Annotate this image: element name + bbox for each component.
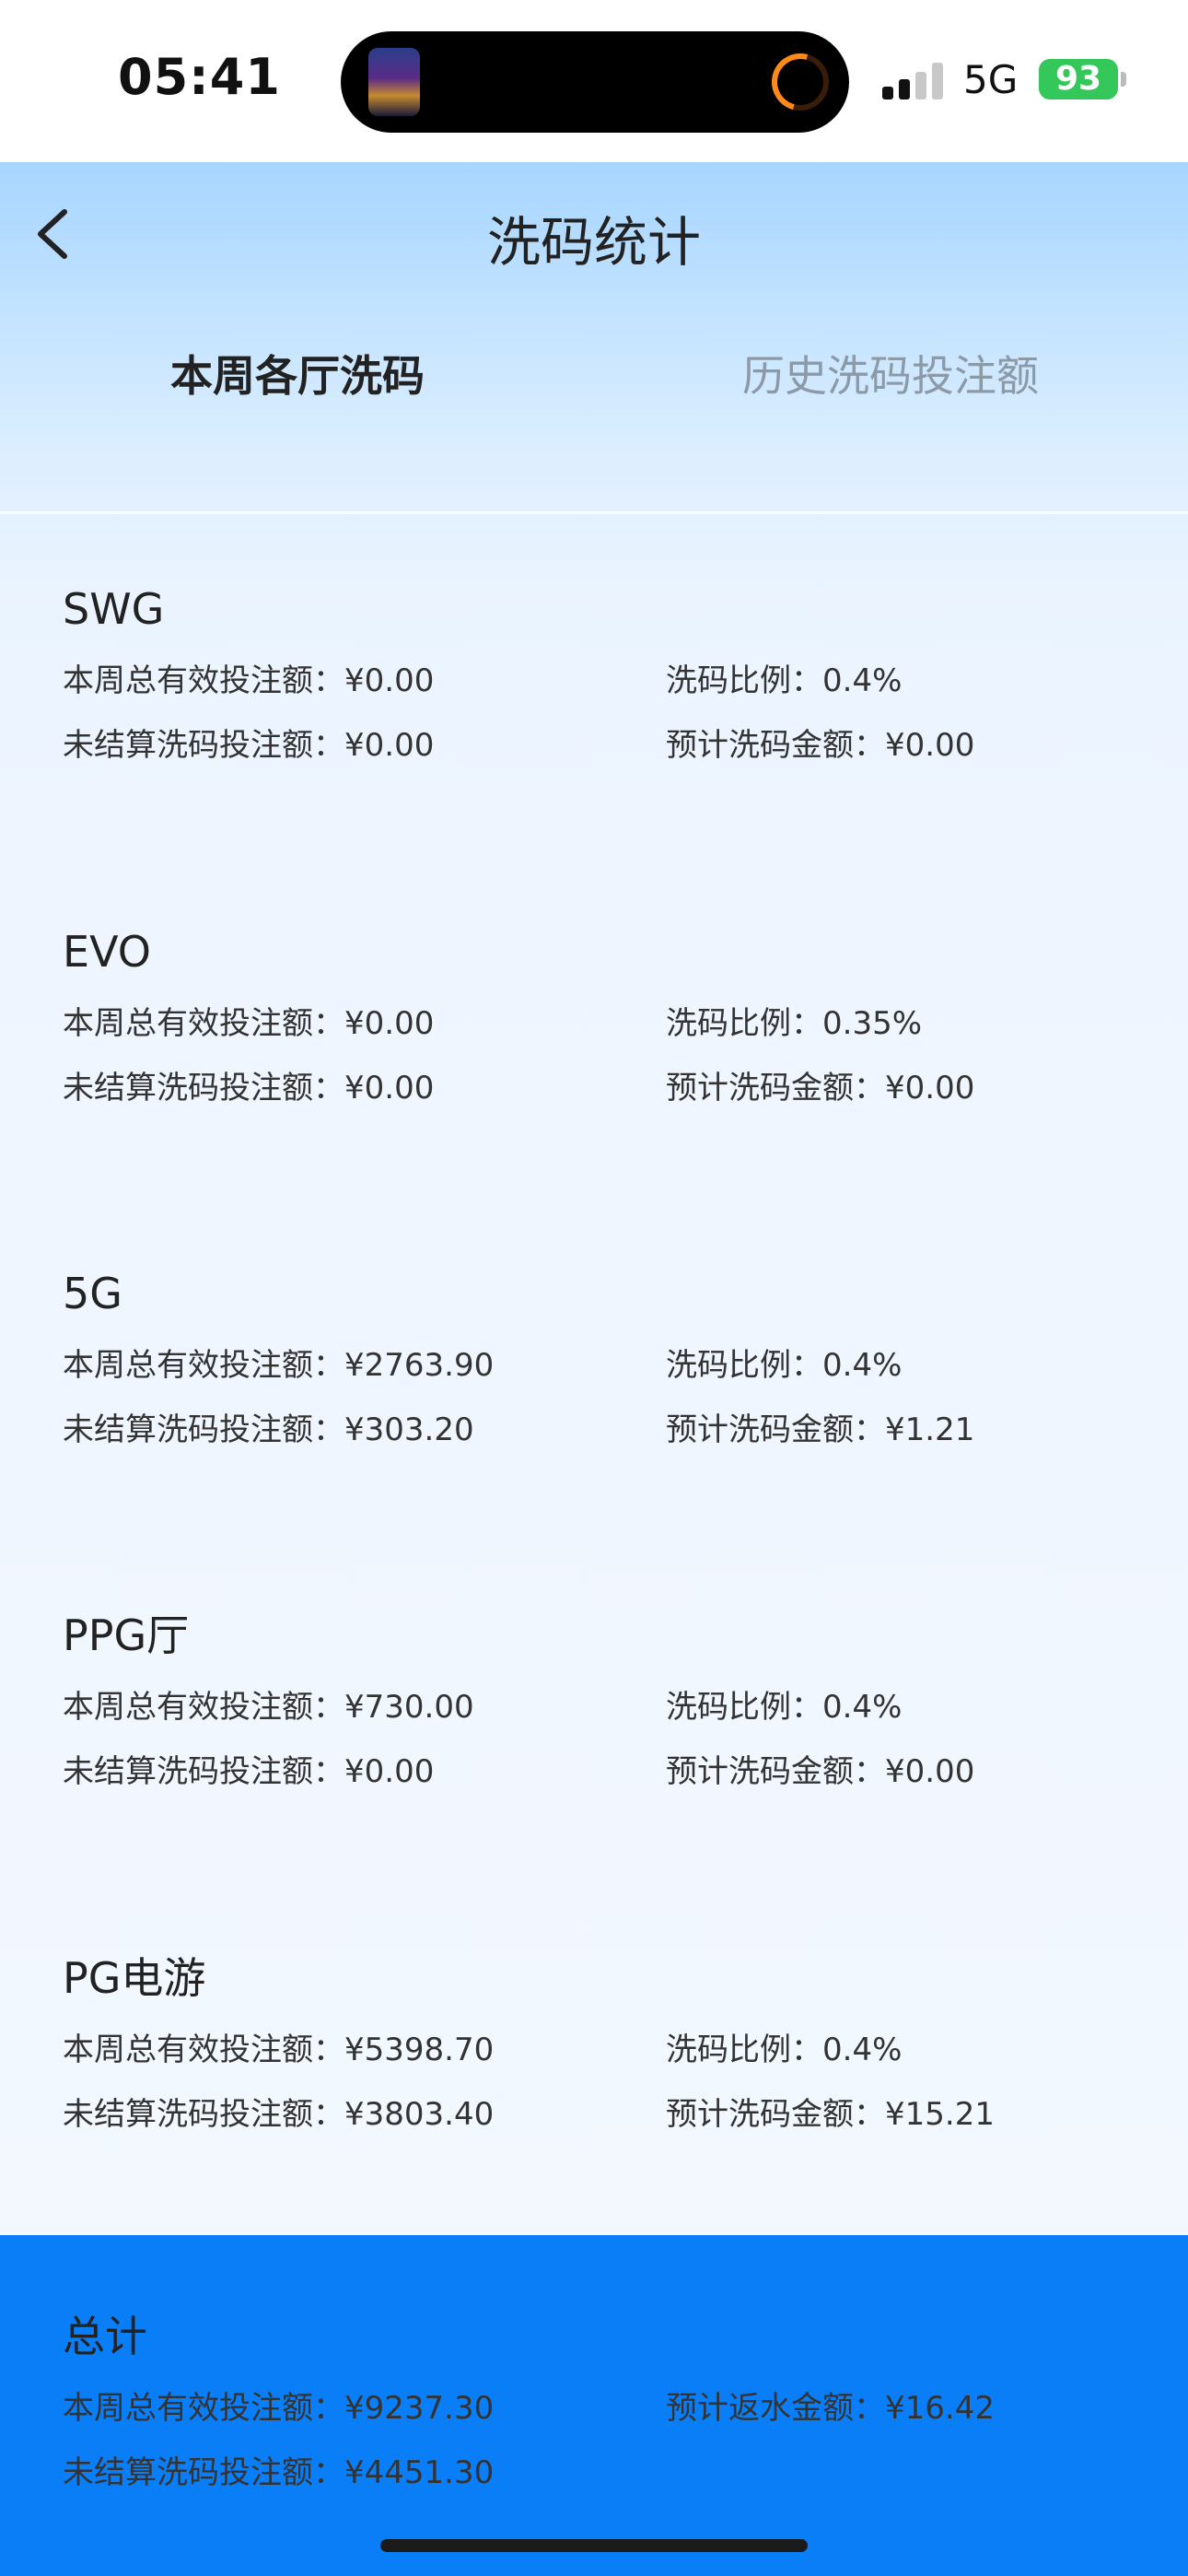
total-summary: 总计 本周总有效投注额：¥9237.30 预计返水金额：¥16.42 未结算洗码… xyxy=(0,2235,1188,2576)
list-item: 本周总有效投注额：¥0.00 洗码比例：0.4% xyxy=(63,637,1140,701)
hall-card-pg: PG电游 本周总有效投注额：¥5398.70 洗码比例：0.4% 未结算洗码投注… xyxy=(63,1950,1140,2135)
unsettled-bet: 未结算洗码投注额：¥0.00 xyxy=(63,727,435,764)
rebate-rate: 洗码比例：0.35% xyxy=(666,1005,923,1042)
list-item: 未结算洗码投注额：¥0.00 预计洗码金额：¥0.00 xyxy=(63,1727,1140,1792)
battery-tip xyxy=(1121,72,1126,87)
estimated-amount: 预计洗码金额：¥0.00 xyxy=(666,1070,975,1107)
hall-name: PPG厅 xyxy=(63,1610,190,1660)
hall-name: PG电游 xyxy=(63,1953,206,2003)
hall-card-5g: 5G 本周总有效投注额：¥2763.90 洗码比例：0.4% 未结算洗码投注额：… xyxy=(63,1266,1140,1450)
list-item: 未结算洗码投注额：¥3803.40 预计洗码金额：¥15.21 xyxy=(63,2070,1140,2135)
home-indicator[interactable] xyxy=(380,2539,808,2552)
hall-name: 5G xyxy=(63,1269,122,1318)
list-item: 本周总有效投注额：¥730.00 洗码比例：0.4% xyxy=(63,1663,1140,1727)
list-item: 未结算洗码投注额：¥0.00 预计洗码金额：¥0.00 xyxy=(63,1044,1140,1108)
list-item: 本周总有效投注额：¥5398.70 洗码比例：0.4% xyxy=(63,2006,1140,2070)
unsettled-bet: 未结算洗码投注额：¥0.00 xyxy=(63,1753,435,1790)
battery-icon: 93 xyxy=(1039,59,1118,100)
rebate-rate: 洗码比例：0.4% xyxy=(666,662,903,699)
list-item: 本周总有效投注额：¥0.00 洗码比例：0.35% xyxy=(63,979,1140,1044)
list-item: 未结算洗码投注额：¥4451.30 xyxy=(63,2429,1140,2493)
list-item: 本周总有效投注额：¥9237.30 预计返水金额：¥16.42 xyxy=(63,2364,1140,2429)
hall-card-ppg: PPG厅 本周总有效投注额：¥730.00 洗码比例：0.4% 未结算洗码投注额… xyxy=(63,1608,1140,1792)
network-type: 5G xyxy=(963,57,1019,102)
weekly-valid-bet: 本周总有效投注额：¥5398.70 xyxy=(63,2032,495,2068)
unsettled-bet: 未结算洗码投注额：¥3803.40 xyxy=(63,2096,495,2133)
total-weekly-valid-bet: 本周总有效投注额：¥9237.30 xyxy=(63,2390,495,2427)
hall-name: EVO xyxy=(63,927,151,977)
page-title: 洗码统计 xyxy=(486,211,701,274)
hall-name: SWG xyxy=(63,584,165,634)
hall-list: SWG 本周总有效投注额：¥0.00 洗码比例：0.4% 未结算洗码投注额：¥0… xyxy=(0,441,1188,2235)
hall-card-swg: SWG 本周总有效投注额：¥0.00 洗码比例：0.4% 未结算洗码投注额：¥0… xyxy=(63,581,1140,766)
estimated-amount: 预计洗码金额：¥1.21 xyxy=(666,1411,975,1448)
estimated-amount: 预计洗码金额：¥15.21 xyxy=(666,2096,995,2133)
page-header: 洗码统计 本周各厅洗码 历史洗码投注额 xyxy=(0,162,1188,441)
weekly-valid-bet: 本周总有效投注额：¥0.00 xyxy=(63,662,435,699)
tab-history-bets[interactable]: 历史洗码投注额 xyxy=(742,343,1039,404)
list-item: 未结算洗码投注额：¥303.20 预计洗码金额：¥1.21 xyxy=(63,1386,1140,1450)
tab-weekly-halls[interactable]: 本周各厅洗码 xyxy=(170,343,425,404)
list-item: 本周总有效投注额：¥2763.90 洗码比例：0.4% xyxy=(63,1321,1140,1386)
weekly-valid-bet: 本周总有效投注额：¥730.00 xyxy=(63,1689,474,1726)
rebate-rate: 洗码比例：0.4% xyxy=(666,2032,903,2068)
battery-level: 93 xyxy=(1054,60,1102,98)
weekly-valid-bet: 本周总有效投注额：¥0.00 xyxy=(63,1005,435,1042)
status-bar: 05:41 5G 93 xyxy=(0,0,1188,162)
status-time: 05:41 xyxy=(118,48,281,106)
unsettled-bet: 未结算洗码投注额：¥0.00 xyxy=(63,1070,435,1107)
estimated-amount: 预计洗码金额：¥0.00 xyxy=(666,727,975,764)
activity-progress-ring-icon xyxy=(772,53,829,111)
divider xyxy=(0,511,1188,514)
total-estimated-rebate: 预计返水金额：¥16.42 xyxy=(666,2390,995,2427)
total-card: 总计 本周总有效投注额：¥9237.30 预计返水金额：¥16.42 未结算洗码… xyxy=(63,2309,1140,2493)
rebate-rate: 洗码比例：0.4% xyxy=(666,1689,903,1726)
estimated-amount: 预计洗码金额：¥0.00 xyxy=(666,1753,975,1790)
dynamic-island[interactable] xyxy=(341,31,849,133)
rebate-rate: 洗码比例：0.4% xyxy=(666,1347,903,1384)
unsettled-bet: 未结算洗码投注额：¥303.20 xyxy=(63,1411,474,1448)
weekly-valid-bet: 本周总有效投注额：¥2763.90 xyxy=(63,1347,495,1384)
now-playing-thumbnail xyxy=(368,48,420,116)
cellular-signal-icon xyxy=(882,61,947,100)
total-title: 总计 xyxy=(63,2312,147,2361)
hall-card-evo: EVO 本周总有效投注额：¥0.00 洗码比例：0.35% 未结算洗码投注额：¥… xyxy=(63,924,1140,1108)
list-item: 未结算洗码投注额：¥0.00 预计洗码金额：¥0.00 xyxy=(63,701,1140,766)
total-unsettled-bet: 未结算洗码投注额：¥4451.30 xyxy=(63,2454,495,2491)
